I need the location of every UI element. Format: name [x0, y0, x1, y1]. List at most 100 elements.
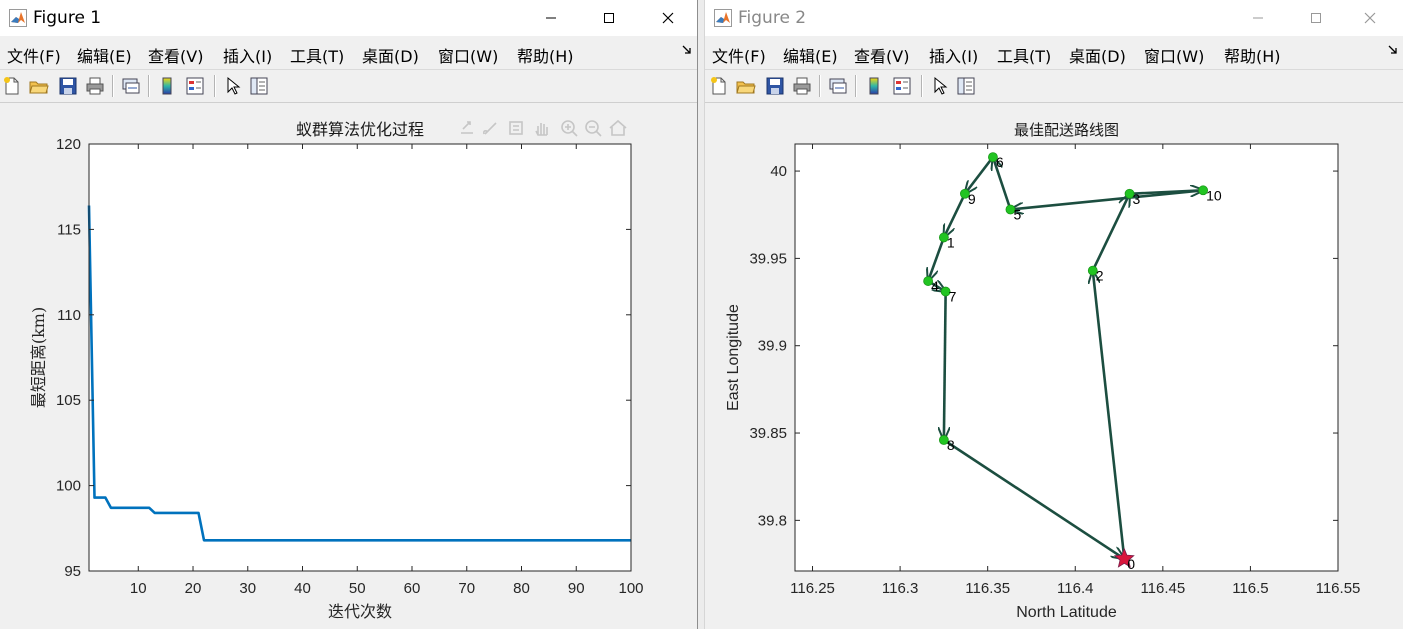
- y-tick-label: 95: [64, 563, 81, 580]
- menu-window[interactable]: 窗口(W): [1144, 43, 1204, 67]
- figure2-window: Figure 2 文件(F) 编辑(E) 查看(V) 插入(I) 工具(T) 桌…: [705, 0, 1403, 629]
- close-icon: [1364, 12, 1376, 24]
- chart-title: 最佳配送路线图: [1014, 121, 1119, 139]
- save-disk-icon[interactable]: [58, 76, 78, 96]
- open-folder-icon[interactable]: [736, 76, 756, 96]
- node-label-2: 2: [1096, 268, 1104, 284]
- x-tick-label: 116.55: [1316, 580, 1361, 597]
- legend-icon[interactable]: [185, 76, 205, 96]
- x-tick-label: 60: [404, 580, 421, 597]
- toolbar-separator: [112, 75, 114, 97]
- x-tick-label: 80: [513, 580, 530, 597]
- x-tick-label: 90: [568, 580, 585, 597]
- toolbar-separator: [148, 75, 150, 97]
- new-file-icon[interactable]: [709, 76, 729, 96]
- x-tick-label: 116.35: [965, 580, 1010, 597]
- close-button[interactable]: [645, 0, 691, 36]
- window-title: Figure 1: [33, 8, 102, 28]
- y-tick-label: 39.8: [758, 512, 787, 529]
- x-tick-label: 30: [239, 580, 256, 597]
- node-label-0: 0: [1127, 556, 1135, 572]
- matlab-logo-icon: [9, 9, 27, 27]
- window-divider: [697, 0, 705, 629]
- x-tick-label: 116.45: [1140, 580, 1185, 597]
- menu-view[interactable]: 查看(V): [854, 43, 909, 67]
- x-tick-label: 100: [618, 580, 643, 597]
- dock-arrow-icon[interactable]: [682, 45, 692, 55]
- figure1-titlebar[interactable]: Figure 1: [0, 0, 697, 36]
- y-tick-label: 39.9: [758, 338, 787, 355]
- x-tick-label: 20: [185, 580, 202, 597]
- maximize-button[interactable]: [586, 0, 632, 36]
- x-tick-label: 116.5: [1232, 580, 1268, 597]
- y-axis-label: 最短距离(km): [29, 307, 48, 408]
- menu-help[interactable]: 帮助(H): [1224, 43, 1281, 67]
- figure1-window: Figure 1 文件(F) 编辑(E) 查看(V) 插入(I) 工具(T) 桌…: [0, 0, 697, 629]
- menu-desktop[interactable]: 桌面(D): [362, 43, 419, 67]
- window-title: Figure 2: [738, 8, 807, 28]
- x-axis-label: 迭代次数: [328, 602, 392, 621]
- close-button[interactable]: [1347, 0, 1393, 36]
- colorbar-icon[interactable]: [157, 76, 177, 96]
- node-label-1: 1: [947, 234, 955, 250]
- x-tick-label: 50: [349, 580, 366, 597]
- maximize-button[interactable]: [1293, 0, 1339, 36]
- menu-file[interactable]: 文件(F): [712, 43, 766, 67]
- open-folder-icon[interactable]: [29, 76, 49, 96]
- maximize-icon: [1311, 13, 1321, 23]
- node-label-5: 5: [1013, 206, 1021, 222]
- menu-desktop[interactable]: 桌面(D): [1069, 43, 1126, 67]
- node-label-10: 10: [1206, 187, 1222, 203]
- save-disk-icon[interactable]: [765, 76, 785, 96]
- menubar: 文件(F) 编辑(E) 查看(V) 插入(I) 工具(T) 桌面(D) 窗口(W…: [0, 36, 697, 70]
- figure2-titlebar[interactable]: Figure 2: [705, 0, 1403, 36]
- print-icon[interactable]: [85, 76, 105, 96]
- menu-edit[interactable]: 编辑(E): [783, 43, 838, 67]
- y-tick-label: 105: [56, 392, 81, 409]
- menu-help[interactable]: 帮助(H): [517, 43, 574, 67]
- property-inspector-icon[interactable]: [956, 76, 976, 96]
- node-label-6: 6: [996, 154, 1004, 170]
- minimize-button[interactable]: [528, 0, 574, 36]
- menu-view[interactable]: 查看(V): [148, 43, 203, 67]
- print-icon[interactable]: [792, 76, 812, 96]
- node-label-3: 3: [1133, 191, 1141, 207]
- menu-edit[interactable]: 编辑(E): [77, 43, 132, 67]
- route-segment-7-8: [944, 291, 946, 440]
- node-label-9: 9: [968, 191, 976, 207]
- y-tick-label: 100: [56, 478, 81, 495]
- dock-arrow-icon[interactable]: [1388, 45, 1398, 55]
- menu-tools[interactable]: 工具(T): [290, 43, 344, 67]
- colorbar-icon[interactable]: [864, 76, 884, 96]
- y-tick-label: 115: [57, 221, 81, 238]
- y-axis-label: East Longitude: [725, 304, 742, 411]
- node-label-8: 8: [947, 437, 955, 453]
- convergence-plot[interactable]: 10 20 30 40 50 60 70 80 90 100 95 100 105 110 115 120 蚁群…: [0, 103, 697, 629]
- legend-icon[interactable]: [892, 76, 912, 96]
- link-figure-icon[interactable]: [828, 76, 848, 96]
- route-plot[interactable]: 0 1 2 3 4 5 6 7 8 9 10 116.25 116.3 116.35 116.4 116.45…: [705, 103, 1403, 629]
- menu-insert[interactable]: 插入(I): [929, 43, 978, 67]
- menu-insert[interactable]: 插入(I): [223, 43, 272, 67]
- new-file-icon[interactable]: [2, 76, 22, 96]
- pointer-icon[interactable]: [223, 76, 243, 96]
- minimize-icon: [1253, 17, 1263, 19]
- plot-area: [89, 144, 631, 571]
- toolbar-separator: [855, 75, 857, 97]
- x-tick-label: 116.4: [1057, 580, 1093, 597]
- x-axis-label: North Latitude: [1016, 604, 1117, 621]
- x-tick-label: 70: [458, 580, 475, 597]
- figure-toolbar: [0, 70, 697, 103]
- minimize-button[interactable]: [1235, 0, 1281, 36]
- property-inspector-icon[interactable]: [249, 76, 269, 96]
- x-tick-label: 10: [130, 580, 147, 597]
- toolbar-separator: [214, 75, 216, 97]
- y-tick-label: 39.85: [749, 425, 787, 442]
- menu-window[interactable]: 窗口(W): [438, 43, 498, 67]
- menu-file[interactable]: 文件(F): [7, 43, 61, 67]
- y-tick-label: 39.95: [749, 250, 787, 267]
- x-tick-label: 116.3: [882, 580, 918, 597]
- link-figure-icon[interactable]: [121, 76, 141, 96]
- menu-tools[interactable]: 工具(T): [997, 43, 1051, 67]
- pointer-icon[interactable]: [930, 76, 950, 96]
